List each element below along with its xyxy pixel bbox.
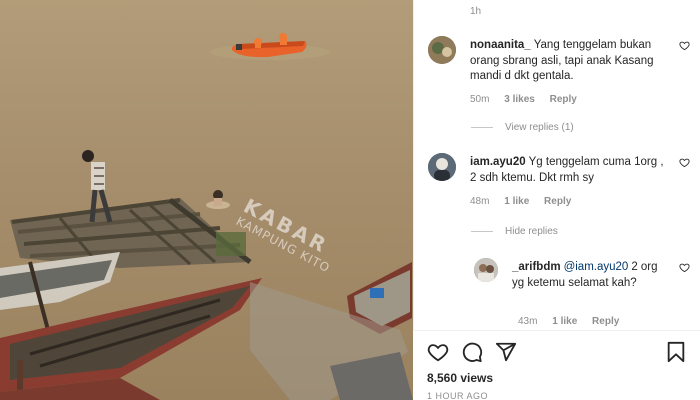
avatar[interactable]: [428, 153, 456, 181]
reply-button[interactable]: Reply: [550, 94, 577, 105]
like-comment-heart-icon[interactable]: [679, 262, 690, 273]
avatar[interactable]: [474, 258, 498, 282]
comment-likes[interactable]: 3 likes: [504, 94, 535, 105]
view-replies-label: View replies (1): [505, 122, 574, 133]
comment-meta: 48m 1 like Reply: [470, 196, 583, 207]
post-timestamp: 1 HOUR AGO: [427, 391, 489, 400]
heart-icon[interactable]: [427, 341, 449, 363]
reply-item: _arifbdm @iam.ayu20 2 org yg ketemu selama…: [474, 258, 690, 328]
hide-replies-label: Hide replies: [505, 226, 558, 237]
like-comment-heart-icon[interactable]: [679, 157, 690, 168]
previous-comment-timestamp: 1h: [470, 6, 482, 17]
comment-time: 43m: [518, 316, 538, 327]
like-comment-heart-icon[interactable]: [679, 40, 690, 51]
comment-text: iam.ayu20 Yg tenggelam cuma 1org , 2 sdh …: [470, 155, 666, 186]
post-media[interactable]: KABAR KAMPUNG KITO: [0, 0, 413, 400]
reply-button[interactable]: Reply: [544, 196, 571, 207]
view-replies-button[interactable]: View replies (1): [471, 122, 574, 133]
post-actions-bar: 8,560 views 1 HOUR AGO: [413, 330, 700, 400]
hide-replies-button[interactable]: Hide replies: [471, 226, 558, 237]
river-scene: [0, 33, 413, 400]
view-count[interactable]: 8,560 views: [427, 371, 493, 385]
divider-line: [471, 127, 493, 128]
comment-item: iam.ayu20 Yg tenggelam cuma 1org , 2 sdh …: [428, 153, 690, 213]
comment-meta: 50m 3 likes Reply: [470, 94, 589, 105]
comment-likes[interactable]: 1 like: [504, 196, 529, 207]
comment-likes[interactable]: 1 like: [552, 316, 577, 327]
comment-username[interactable]: _arifbdm: [512, 261, 561, 273]
reply-button[interactable]: Reply: [592, 316, 619, 327]
bookmark-icon[interactable]: [665, 341, 687, 363]
avatar[interactable]: [428, 36, 456, 64]
comment-icon[interactable]: [461, 341, 483, 363]
comment-meta: 43m 1 like Reply: [518, 316, 631, 327]
comment-text: nonaanita_ Yang tenggelam bukan orang sbr…: [470, 38, 666, 85]
comment-username[interactable]: nonaanita_: [470, 39, 531, 51]
comment-item: nonaanita_ Yang tenggelam bukan orang sbr…: [428, 36, 690, 116]
comment-time: 50m: [470, 94, 490, 105]
comment-username[interactable]: iam.ayu20: [470, 156, 526, 168]
comment-mention[interactable]: @iam.ayu20: [564, 261, 629, 273]
divider-line: [471, 231, 493, 232]
comment-time: 48m: [470, 196, 490, 207]
swimmer: [206, 190, 230, 209]
comment-text: _arifbdm @iam.ayu20 2 org yg ketemu selama…: [512, 260, 662, 291]
share-icon[interactable]: [495, 341, 517, 363]
